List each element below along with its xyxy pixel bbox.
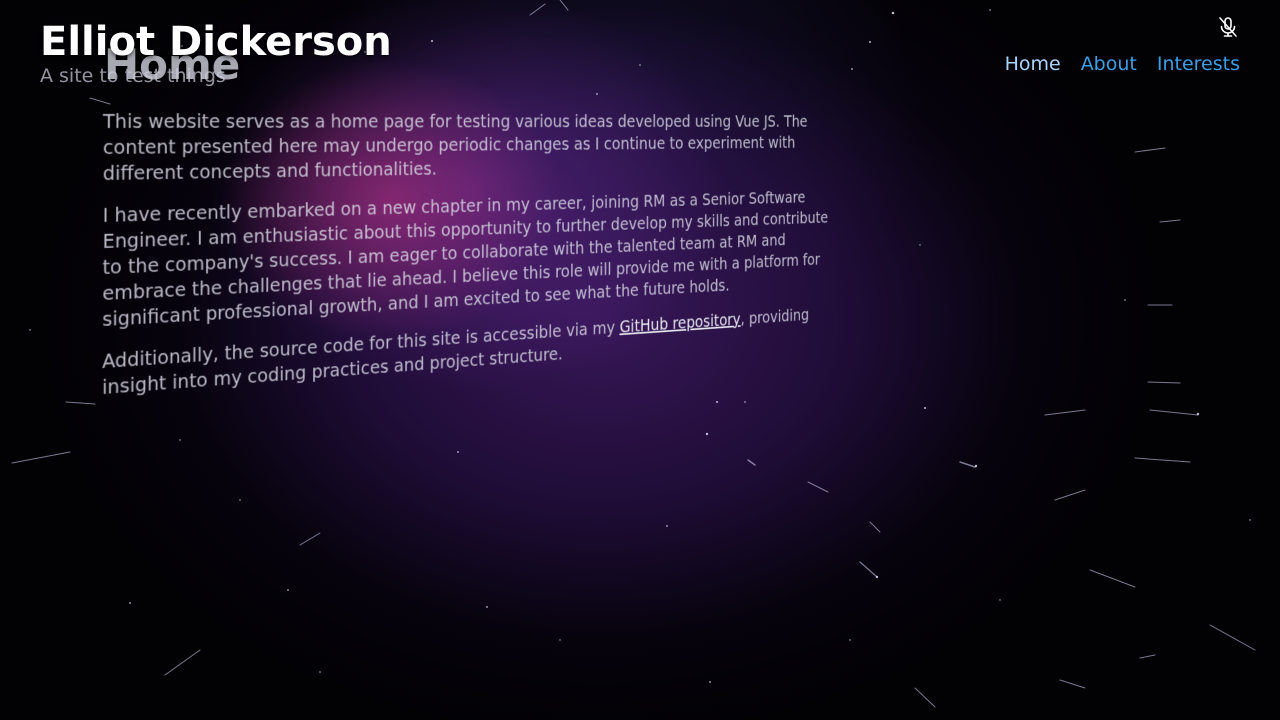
nav-link-interests[interactable]: Interests — [1157, 52, 1240, 76]
site-title: Elliot Dickerson — [40, 19, 392, 65]
main-nav: Home About Interests — [1005, 52, 1240, 76]
nav-link-about[interactable]: About — [1081, 52, 1137, 76]
nav-link-home[interactable]: Home — [1005, 52, 1061, 76]
microphone-toggle-button[interactable] — [1215, 14, 1241, 40]
github-repository-link[interactable]: GitHub repository — [619, 309, 740, 337]
microphone-off-icon — [1219, 17, 1237, 37]
site-subtitle: A site to test things — [40, 65, 226, 87]
starfield-background: Elliot Dickerson A site to test things H… — [0, 0, 1280, 720]
intro-paragraph: This website serves as a home page for t… — [102, 108, 808, 186]
